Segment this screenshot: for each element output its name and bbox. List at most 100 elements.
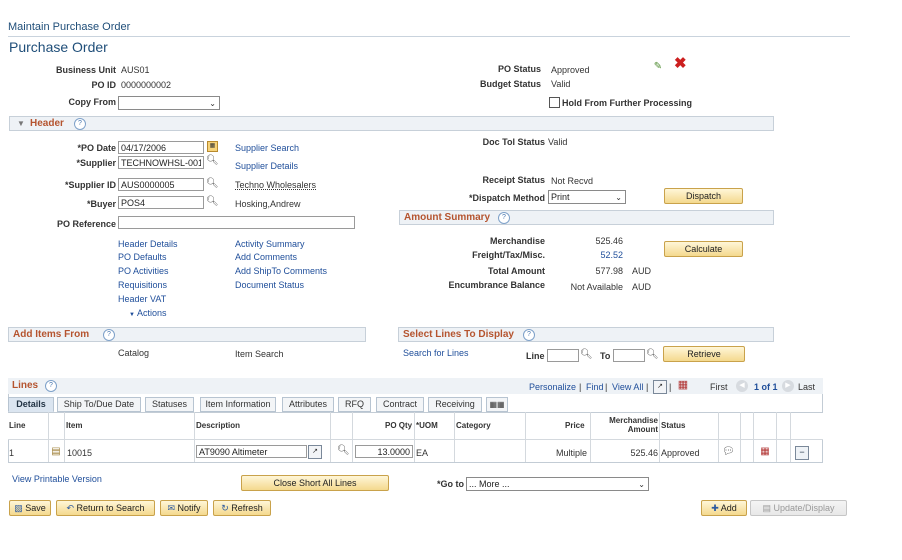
col-po-qty: PO Qty — [385, 421, 413, 430]
download-excel-icon[interactable]: ▦ — [677, 379, 689, 391]
tab-contract[interactable]: Contract — [376, 397, 424, 412]
add-shipto-comments-link[interactable]: Add ShipTo Comments — [235, 266, 327, 276]
encumbrance-currency: AUD — [632, 282, 652, 292]
select-lines-title: Select Lines To Display — [403, 329, 514, 340]
header-details-link[interactable]: Header Details — [118, 239, 178, 249]
line-from-input[interactable] — [547, 349, 579, 362]
header-vat-link[interactable]: Header VAT — [118, 294, 166, 304]
notify-button[interactable]: ✉ Notify — [160, 500, 208, 516]
supplier-search-link[interactable]: Supplier Search — [235, 143, 299, 153]
tab-statuses[interactable]: Statuses — [145, 397, 194, 412]
chevron-down-icon: ⌄ — [638, 480, 645, 489]
search-for-lines-link[interactable]: Search for Lines — [403, 348, 469, 358]
tab-details[interactable]: Details — [8, 397, 54, 412]
zoom-grid-icon[interactable]: ↗ — [653, 380, 667, 394]
po-reference-input[interactable] — [118, 216, 355, 229]
search-icon[interactable]: 🔍︎ — [206, 155, 219, 167]
help-icon[interactable]: ? — [523, 329, 535, 341]
header-section-bar[interactable]: ▼ Header ? — [9, 116, 774, 131]
previous-icon[interactable]: ◀ — [736, 380, 748, 392]
search-icon[interactable]: 🔍︎ — [580, 349, 593, 361]
actions-menu[interactable]: ▼ Actions — [129, 308, 166, 318]
find-link[interactable]: Find — [586, 382, 604, 392]
row-qty-input[interactable] — [355, 445, 413, 458]
row-description-input[interactable] — [196, 445, 307, 458]
first-label[interactable]: First — [710, 382, 728, 392]
line-from-label: Line — [526, 351, 545, 361]
help-icon[interactable]: ? — [45, 380, 57, 392]
document-status-link[interactable]: Document Status — [235, 280, 304, 290]
freight-value[interactable]: 52.52 — [600, 250, 623, 260]
chevron-down-icon: ⌄ — [209, 99, 216, 108]
col-sep — [194, 412, 195, 462]
view-printable-link[interactable]: View Printable Version — [12, 474, 102, 484]
col-sep — [590, 412, 591, 462]
comment-bubble-icon[interactable]: 💬︎ — [722, 446, 735, 458]
refresh-label: Refresh — [231, 503, 263, 513]
save-button[interactable]: ▧ Save — [9, 500, 51, 516]
line-details-icon[interactable]: ▤ — [50, 446, 62, 458]
description-comment-icon[interactable]: ↗ — [308, 445, 322, 459]
personalize-link[interactable]: Personalize — [529, 382, 576, 392]
supplier-id-input[interactable] — [118, 178, 204, 191]
delete-row-icon[interactable]: − — [795, 446, 809, 460]
supplier-details-link[interactable]: Supplier Details — [235, 161, 298, 171]
dispatch-method-select[interactable]: Print ⌄ — [548, 190, 626, 204]
item-search-icon[interactable]: 🔍︎ — [337, 445, 350, 457]
close-short-button[interactable]: Close Short All Lines — [241, 475, 389, 491]
po-reference-label: PO Reference — [56, 219, 116, 229]
requisitions-link[interactable]: Requisitions — [118, 280, 167, 290]
po-id-label: PO ID — [91, 80, 116, 90]
search-icon[interactable]: 🔍︎ — [206, 178, 219, 190]
calculate-button[interactable]: Calculate — [664, 241, 743, 257]
encumbrance-value: Not Available — [570, 282, 623, 292]
po-activities-link[interactable]: PO Activities — [118, 266, 169, 276]
tab-receiving[interactable]: Receiving — [428, 397, 482, 412]
activity-summary-link[interactable]: Activity Summary — [235, 239, 305, 249]
add-button[interactable]: ✚ Add — [701, 500, 747, 516]
edit-note-icon[interactable]: ✎ — [652, 61, 664, 73]
business-unit-label: Business Unit — [55, 65, 116, 75]
po-date-input[interactable] — [118, 141, 204, 154]
po-defaults-link[interactable]: PO Defaults — [118, 252, 167, 262]
search-icon[interactable]: 🔍︎ — [206, 196, 219, 208]
page-title: Purchase Order — [9, 39, 108, 55]
show-all-columns-icon[interactable]: ▦▦ — [486, 397, 508, 412]
add-comments-link[interactable]: Add Comments — [235, 252, 297, 262]
help-icon[interactable]: ? — [74, 118, 86, 130]
copy-from-select[interactable]: ⌄ — [118, 96, 220, 110]
last-label[interactable]: Last — [798, 382, 815, 392]
line-to-input[interactable] — [613, 349, 645, 362]
view-all-link[interactable]: View All — [612, 382, 643, 392]
schedule-icon[interactable]: ▦ — [759, 446, 771, 458]
col-sep — [776, 412, 777, 462]
tab-ship-to[interactable]: Ship To/Due Date — [57, 397, 141, 412]
tab-rfq[interactable]: RFQ — [338, 397, 371, 412]
calendar-icon[interactable]: ▦ — [207, 141, 218, 152]
search-icon[interactable]: 🔍︎ — [646, 349, 659, 361]
col-sep — [740, 412, 741, 462]
buyer-input[interactable] — [118, 196, 204, 209]
update-label: Update/Display — [773, 503, 835, 513]
hold-checkbox[interactable] — [549, 97, 560, 108]
supplier-name[interactable]: Techno Wholesalers — [235, 180, 316, 190]
collapse-triangle-icon[interactable]: ▼ — [17, 119, 25, 128]
col-uom: *UOM — [416, 421, 438, 430]
help-icon[interactable]: ? — [498, 212, 510, 224]
goto-select[interactable]: ... More ... ⌄ — [466, 477, 649, 491]
refresh-button[interactable]: ↻ Refresh — [213, 500, 271, 516]
next-icon[interactable]: ▶ — [782, 380, 794, 392]
dispatch-button[interactable]: Dispatch — [664, 188, 743, 204]
help-icon[interactable]: ? — [103, 329, 115, 341]
doc-tol-label: Doc Tol Status — [482, 137, 545, 147]
retrieve-button[interactable]: Retrieve — [663, 346, 745, 362]
supplier-input[interactable] — [118, 156, 204, 169]
return-to-search-button[interactable]: ↶ Return to Search — [56, 500, 155, 516]
total-amount-label: Total Amount — [488, 266, 545, 276]
actions-label: Actions — [136, 308, 167, 318]
save-label: Save — [25, 503, 46, 513]
cancel-po-icon[interactable]: ✖ — [674, 56, 687, 71]
tab-attributes[interactable]: Attributes — [282, 397, 334, 412]
tab-item-information[interactable]: Item Information — [200, 397, 276, 412]
po-date-label: *PO Date — [77, 143, 116, 153]
